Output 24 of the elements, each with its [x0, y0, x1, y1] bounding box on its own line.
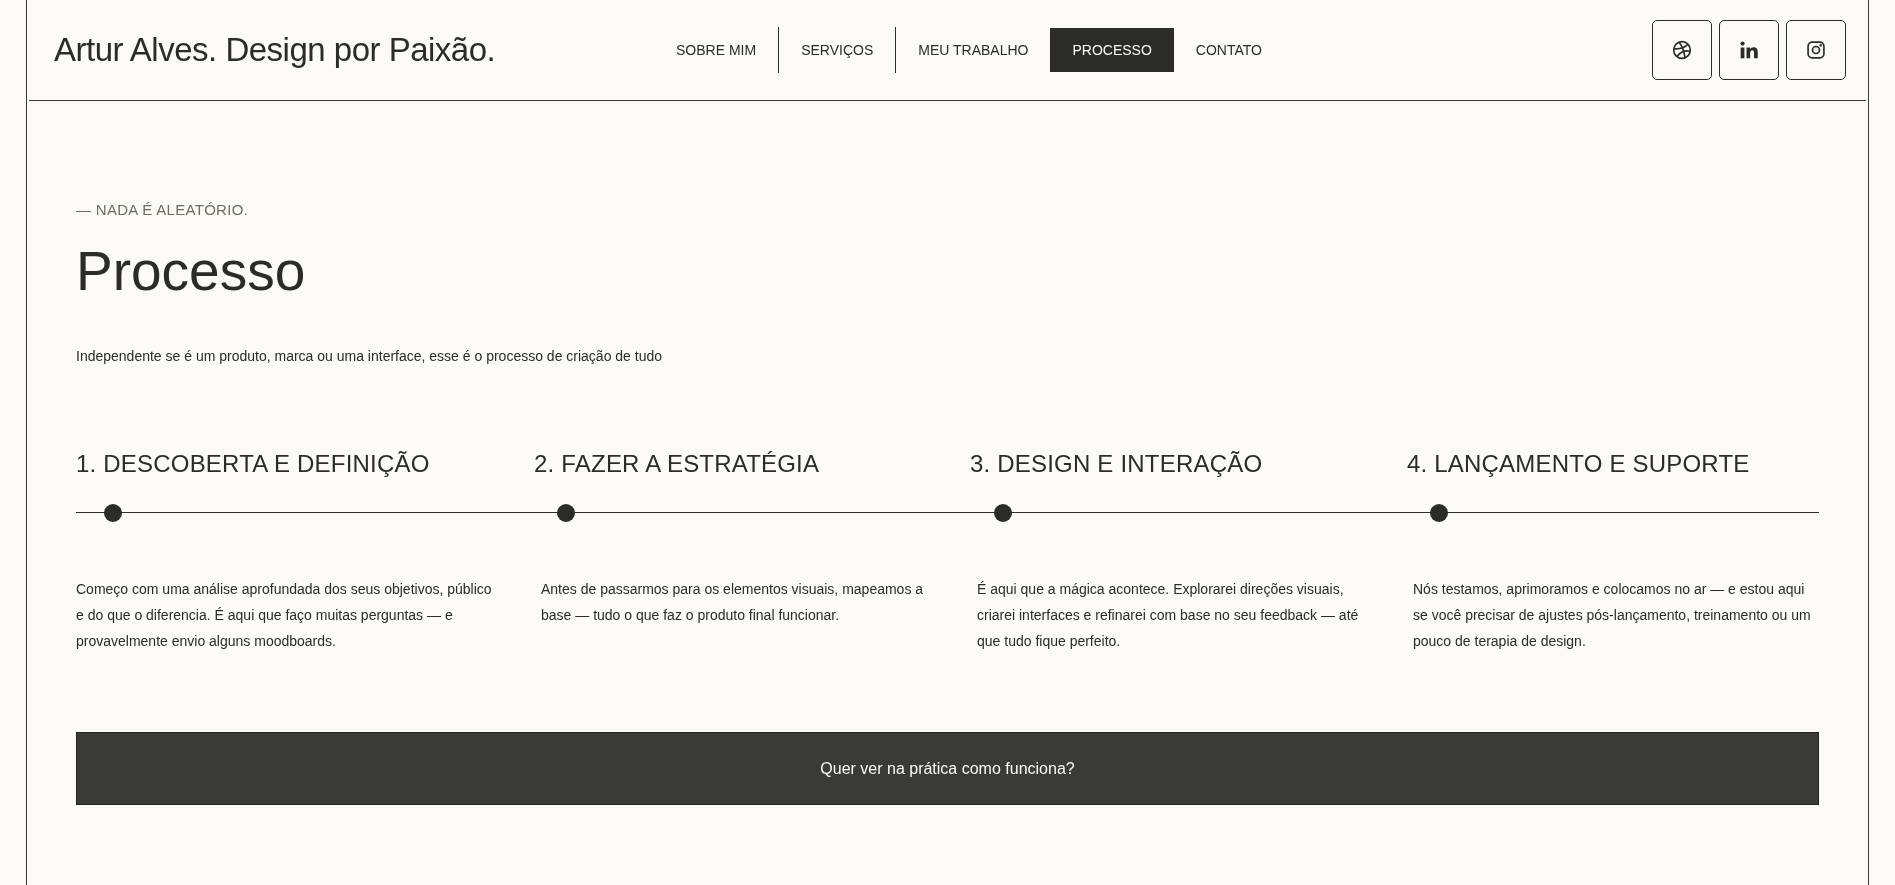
step-title: 4. LANÇAMENTO E SUPORTE [1407, 449, 1751, 479]
step-description: Antes de passarmos para os elementos visuais, mapeamos a base — tudo o que faz o produto final funcionar. [540, 580, 925, 625]
step-title: 2. FAZER A ESTRATÉGIA [534, 449, 821, 479]
camera-icon [1806, 40, 1826, 60]
section-subtitle: Independente se é um produto, marca ou uma interface, esse é o processo de criação de tudo [76, 347, 664, 366]
step-title: 3. DESIGN E INTERAÇÃO [970, 449, 1264, 479]
cta-button[interactable]: Quer ver na prática como funciona? [76, 732, 1819, 805]
social-button[interactable] [1786, 20, 1846, 80]
social-button[interactable] [1652, 20, 1712, 80]
nav-link[interactable]: MEU TRABALHO [896, 28, 1051, 72]
step-title: 1. DESCOBERTA E DEFINIÇÃO [76, 449, 431, 479]
basketball-icon [1672, 40, 1692, 60]
step-description: Começo com uma análise aprofundada dos seus objetivos, público e do que o diferencia. É aqui que faço muitas perguntas — e provavelmente envio alguns moodboards. [76, 580, 493, 651]
section-eyebrow: — NADA É ALEATÓRIO. [76, 200, 250, 220]
step-description: Nós testamos, aprimoramos e colocamos no ar — e estou aqui se você precisar de ajustes pós-lançamento, treinamento ou um pouco de terapia de design. [1412, 580, 1812, 651]
nav-link[interactable]: SOBRE MIM [654, 28, 779, 72]
nav-link[interactable]: CONTATO [1173, 28, 1284, 72]
section-title: Processo [76, 240, 307, 301]
step-description: É aqui que a mágica acontece. Explorarei direções visuais, criarei interfaces e refinarei com base no seu feedback — até que tudo fique perfeito. [976, 580, 1360, 651]
nav-link[interactable]: PROCESSO [1050, 28, 1174, 72]
site-logo[interactable]: Artur Alves. Design por Paixão. [54, 25, 564, 75]
nav-link[interactable]: SERVIÇOS [779, 28, 896, 72]
social-button[interactable] [1719, 20, 1779, 80]
linkedin-icon [1739, 40, 1759, 60]
